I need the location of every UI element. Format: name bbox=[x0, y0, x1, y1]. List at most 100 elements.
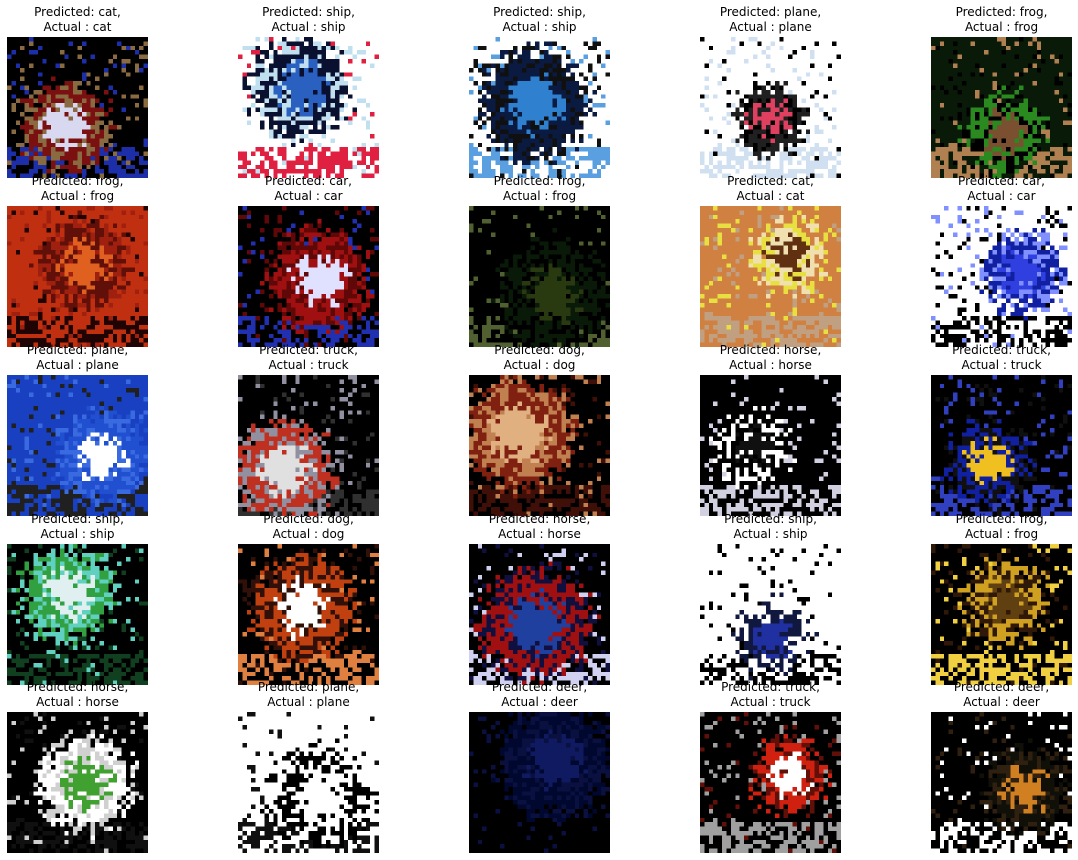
actual-label: Actual : horse bbox=[729, 358, 812, 372]
actual-label: Actual : plane bbox=[729, 20, 812, 34]
panel-title: Predicted: plane, Actual : plane bbox=[178, 680, 439, 710]
cifar-tan-dog bbox=[469, 375, 610, 516]
prediction-panel: Predicted: frog, Actual : frog bbox=[931, 5, 1072, 178]
cifar-blue-dump-truck bbox=[931, 375, 1072, 516]
predicted-label: Predicted: frog, bbox=[493, 174, 586, 188]
prediction-panel: Predicted: car, Actual : car bbox=[238, 174, 379, 347]
predicted-label: Predicted: truck, bbox=[721, 680, 820, 694]
actual-label: Actual : deer bbox=[501, 695, 578, 709]
panel-title: Predicted: deer, Actual : deer bbox=[409, 680, 670, 710]
panel-title: Predicted: dog, Actual : dog bbox=[178, 512, 439, 542]
predicted-label: Predicted: horse, bbox=[26, 680, 129, 694]
prediction-panel: Predicted: frog, Actual : frog bbox=[931, 512, 1072, 685]
prediction-panel: Predicted: horse, Actual : horse bbox=[7, 680, 148, 853]
prediction-panel: Predicted: plane, Actual : plane bbox=[238, 680, 379, 853]
prediction-panel: Predicted: cat, Actual : cat bbox=[700, 174, 841, 347]
predicted-label: Predicted: car, bbox=[958, 174, 1045, 188]
prediction-panel: Predicted: deer, Actual : deer bbox=[931, 680, 1072, 853]
panel-title: Predicted: frog, Actual : frog bbox=[0, 174, 208, 204]
cifar-deer-dark-field bbox=[931, 712, 1072, 853]
cifar-white-horse bbox=[700, 375, 841, 516]
predicted-label: Predicted: dog, bbox=[263, 512, 354, 526]
actual-label: Actual : horse bbox=[498, 527, 581, 541]
prediction-panel: Predicted: ship, Actual : ship bbox=[238, 5, 379, 178]
actual-label: Actual : dog bbox=[503, 358, 576, 372]
prediction-panel: Predicted: ship, Actual : ship bbox=[469, 5, 610, 178]
predicted-label: Predicted: ship, bbox=[493, 5, 586, 19]
actual-label: Actual : cat bbox=[43, 20, 112, 34]
prediction-panel: Predicted: ship, Actual : ship bbox=[7, 512, 148, 685]
cifar-frog-on-grass bbox=[931, 37, 1072, 178]
predicted-label: Predicted: plane, bbox=[26, 343, 129, 357]
cifar-red-white-truck bbox=[238, 375, 379, 516]
cifar-dark-horse bbox=[469, 544, 610, 685]
predicted-label: Predicted: horse, bbox=[719, 343, 822, 357]
prediction-panel: Predicted: ship, Actual : ship bbox=[700, 512, 841, 685]
predicted-label: Predicted: ship, bbox=[31, 512, 124, 526]
panel-title: Predicted: frog, Actual : frog bbox=[409, 174, 670, 204]
predicted-label: Predicted: cat, bbox=[34, 5, 121, 19]
cifar-dark-deer bbox=[469, 712, 610, 853]
cifar-blue-ship bbox=[469, 37, 610, 178]
prediction-panel: Predicted: truck, Actual : truck bbox=[238, 343, 379, 516]
actual-label: Actual : truck bbox=[730, 695, 811, 709]
cifar-cat-on-blue-blanket bbox=[7, 37, 148, 178]
actual-label: Actual : dog bbox=[272, 527, 345, 541]
prediction-panel: Predicted: plane, Actual : plane bbox=[700, 5, 841, 178]
actual-label: Actual : plane bbox=[267, 695, 350, 709]
panel-title: Predicted: horse, Actual : horse bbox=[409, 512, 670, 542]
cifar-red-frog bbox=[7, 206, 148, 347]
panel-title: Predicted: plane, Actual : plane bbox=[0, 343, 208, 373]
panel-title: Predicted: plane, Actual : plane bbox=[640, 5, 901, 35]
actual-label: Actual : truck bbox=[961, 358, 1042, 372]
predicted-label: Predicted: ship, bbox=[262, 5, 355, 19]
predicted-label: Predicted: horse, bbox=[488, 512, 591, 526]
cifar-beagle bbox=[238, 544, 379, 685]
panel-title: Predicted: cat, Actual : cat bbox=[640, 174, 901, 204]
predicted-label: Predicted: frog, bbox=[955, 5, 1048, 19]
panel-title: Predicted: horse, Actual : horse bbox=[640, 343, 901, 373]
panel-title: Predicted: dog, Actual : dog bbox=[409, 343, 670, 373]
actual-label: Actual : horse bbox=[36, 695, 119, 709]
predicted-label: Predicted: frog, bbox=[955, 512, 1048, 526]
predicted-label: Predicted: cat, bbox=[727, 174, 814, 188]
prediction-panel: Predicted: truck, Actual : truck bbox=[931, 343, 1072, 516]
panel-title: Predicted: truck, Actual : truck bbox=[178, 343, 439, 373]
predicted-label: Predicted: ship, bbox=[724, 512, 817, 526]
prediction-grid: Predicted: cat, Actual : cat Predicted: sh… bbox=[0, 0, 1078, 860]
actual-label: Actual : ship bbox=[271, 20, 346, 34]
prediction-panel: Predicted: car, Actual : car bbox=[931, 174, 1072, 347]
cifar-dark-frog bbox=[469, 206, 610, 347]
actual-label: Actual : deer bbox=[963, 695, 1040, 709]
actual-label: Actual : truck bbox=[268, 358, 349, 372]
cifar-green-boat bbox=[7, 544, 148, 685]
panel-title: Predicted: ship, Actual : ship bbox=[178, 5, 439, 35]
predicted-label: Predicted: frog, bbox=[31, 174, 124, 188]
actual-label: Actual : frog bbox=[964, 20, 1039, 34]
actual-label: Actual : plane bbox=[36, 358, 119, 372]
panel-title: Predicted: ship, Actual : ship bbox=[409, 5, 670, 35]
predicted-label: Predicted: deer, bbox=[953, 680, 1050, 694]
predicted-label: Predicted: dog, bbox=[494, 343, 585, 357]
cifar-red-fire-truck bbox=[700, 712, 841, 853]
actual-label: Actual : frog bbox=[40, 189, 115, 203]
panel-title: Predicted: horse, Actual : horse bbox=[0, 680, 208, 710]
cifar-blue-truck-car bbox=[931, 206, 1072, 347]
cifar-horse-on-grass bbox=[7, 712, 148, 853]
prediction-panel: Predicted: plane, Actual : plane bbox=[7, 343, 148, 516]
actual-label: Actual : frog bbox=[502, 189, 577, 203]
panel-title: Predicted: deer, Actual : deer bbox=[871, 680, 1078, 710]
actual-label: Actual : frog bbox=[964, 527, 1039, 541]
cifar-dark-ship bbox=[700, 544, 841, 685]
actual-label: Actual : ship bbox=[502, 20, 577, 34]
actual-label: Actual : ship bbox=[40, 527, 115, 541]
panel-title: Predicted: car, Actual : car bbox=[871, 174, 1078, 204]
prediction-panel: Predicted: deer, Actual : deer bbox=[469, 680, 610, 853]
panel-title: Predicted: truck, Actual : truck bbox=[640, 680, 901, 710]
predicted-label: Predicted: car, bbox=[265, 174, 352, 188]
prediction-panel: Predicted: truck, Actual : truck bbox=[700, 680, 841, 853]
cifar-black-plane-on-white bbox=[238, 712, 379, 853]
predicted-label: Predicted: plane, bbox=[257, 680, 360, 694]
cifar-yellow-frog bbox=[931, 544, 1072, 685]
cifar-tabby-cat bbox=[700, 206, 841, 347]
